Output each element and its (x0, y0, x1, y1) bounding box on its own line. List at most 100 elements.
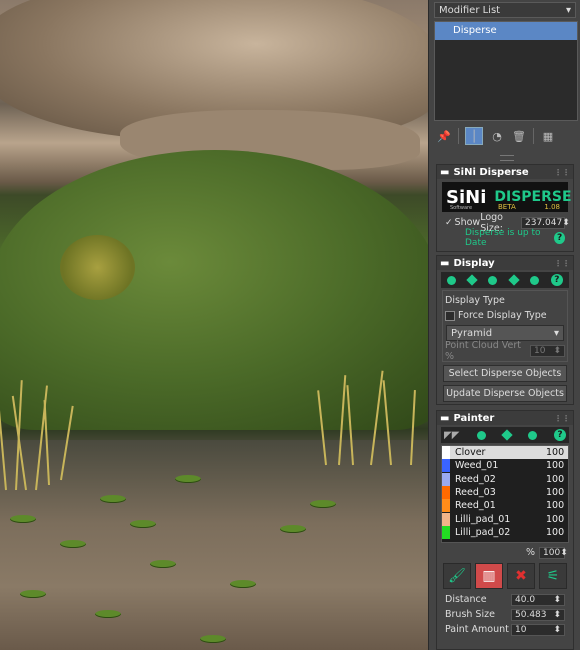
select-disperse-objects-button[interactable]: Select Disperse Objects (443, 365, 567, 382)
paint-amount-spinner[interactable]: 10 ⬍ (511, 623, 565, 636)
shrub (60, 235, 135, 300)
diamond-icon[interactable] (466, 274, 478, 286)
painter-icon-bar: ◤◤ ? (441, 427, 569, 443)
lily-pad (20, 590, 46, 598)
color-swatch (442, 446, 450, 460)
3d-viewport[interactable] (0, 0, 428, 650)
list-item[interactable]: Lilli_pad_02 100 (442, 525, 568, 539)
point-cloud-value: 10 (533, 345, 546, 356)
point-cloud-spinner[interactable]: 10 ⬍ (529, 344, 565, 357)
lily-pad (10, 515, 36, 523)
lily-pad (130, 520, 156, 528)
stack-item-disperse[interactable]: Disperse (435, 22, 577, 40)
rollout-header[interactable]: ▬ Painter ⋮⋮ (437, 411, 573, 425)
display-rollout: ▬ Display ⋮⋮ ? Display Type Force Displa… (436, 255, 574, 405)
dot-icon[interactable] (527, 430, 537, 440)
rollout-title: Painter (453, 412, 495, 424)
force-display-checkbox[interactable] (445, 310, 455, 321)
force-display-label: Force Display Type (458, 310, 547, 321)
distance-spinner[interactable]: 40.0 ⬍ (511, 593, 565, 606)
list-item[interactable]: Reed_01 100 (442, 499, 568, 513)
spinner-arrows-icon: ⬍ (562, 217, 570, 228)
percent-row: % 100 ⬍ (437, 545, 573, 560)
reeds-right (317, 370, 428, 470)
logo-version: 1.08 (544, 203, 560, 211)
list-item[interactable]: Weed_01 100 (442, 459, 568, 473)
rollout-header[interactable]: ▬ Display ⋮⋮ (437, 256, 573, 270)
make-unique-icon[interactable]: ◔ (489, 128, 505, 144)
modifier-list-dropdown[interactable]: Modifier List ▾ (434, 2, 576, 18)
spinner-arrows-icon: ⬍ (553, 594, 561, 605)
help-icon[interactable]: ? (550, 274, 563, 286)
item-name: Clover (455, 447, 486, 459)
item-value: 100 (546, 473, 565, 485)
lily-pad (310, 500, 336, 508)
help-icon[interactable]: ? (553, 429, 566, 441)
help-icon[interactable]: ? (554, 231, 565, 244)
item-value: 100 (546, 447, 565, 459)
show-end-result-icon[interactable]: │ (465, 127, 483, 145)
point-cloud-label: Point Cloud Vert % (445, 339, 521, 362)
list-item[interactable]: Reed_03 100 (442, 486, 568, 500)
modifier-stack[interactable]: Disperse (434, 21, 578, 121)
item-name: Reed_03 (455, 487, 496, 499)
paint-objects-list[interactable]: Clover 100 Weed_01 100 Reed_02 100 Reed_… (441, 445, 569, 543)
list-item[interactable]: Clover 100 (442, 446, 568, 460)
distance-value: 40.0 (515, 594, 536, 605)
item-value: 100 (546, 500, 565, 512)
remove-modifier-icon[interactable]: 🗑 (511, 128, 527, 144)
display-type-label: Display Type (445, 295, 505, 306)
spinner-arrows-icon: ⬍ (553, 609, 561, 620)
distance-row: Distance 40.0 ⬍ (437, 592, 573, 607)
show-checkbox[interactable]: ✓ Show (445, 217, 480, 228)
brush-size-row: Brush Size 50.483 ⬍ (437, 607, 573, 622)
dot-icon[interactable] (476, 430, 486, 440)
item-value: 100 (546, 513, 565, 525)
update-status: Disperse is up to Date (465, 227, 541, 248)
diamond-icon[interactable] (507, 274, 520, 286)
list-item[interactable]: Lilli_pad_01 100 (442, 512, 568, 526)
point-cloud-row: Point Cloud Vert % 10 ⬍ (443, 340, 567, 362)
lily-pad (60, 540, 86, 548)
configure-sets-icon[interactable]: ▦ (540, 128, 556, 144)
modifier-list-label: Modifier List (439, 4, 501, 16)
multi-brush-icon[interactable]: ▥ (475, 563, 503, 589)
spinner-arrows-icon: ⬍ (553, 345, 561, 356)
panel-divider[interactable] (500, 155, 514, 161)
dot-icon[interactable] (447, 275, 457, 285)
item-name: Lilli_pad_01 (455, 513, 511, 525)
paint-brush-icon[interactable]: 🖌 (443, 563, 471, 589)
display-type-group: Display Type Force Display Type Pyramid … (442, 290, 568, 362)
collapse-icon: ▬ (440, 257, 450, 269)
rollout-header[interactable]: ▬ SiNi Disperse ⋮⋮ (437, 165, 573, 179)
dot-icon[interactable] (529, 275, 539, 285)
dot-icon[interactable] (488, 275, 498, 285)
pin-icon[interactable]: 📌 (436, 128, 452, 144)
item-value: 100 (546, 526, 565, 538)
grip-icon: ⋮⋮ (554, 413, 570, 423)
list-item[interactable]: Reed_02 100 (442, 472, 568, 486)
scatter-brush-icon[interactable]: ⚟ (539, 563, 567, 589)
sini-disperse-rollout: ▬ SiNi Disperse ⋮⋮ SiNi Software DISPERS… (436, 164, 574, 252)
lily-pad (150, 560, 176, 568)
lily-pad (200, 635, 226, 643)
spinner-arrows-icon: ⬍ (560, 547, 568, 558)
color-swatch (442, 512, 450, 526)
brush-size-label: Brush Size (445, 609, 495, 620)
color-swatch (442, 459, 450, 473)
lily-pad (95, 610, 121, 618)
sini-logo: SiNi Software DISPERSE BETA 1.08 (442, 182, 572, 212)
rollout-title: Display (453, 257, 495, 269)
percent-spinner[interactable]: 100 ⬍ (539, 546, 568, 559)
erase-icon[interactable]: ✖ (507, 563, 535, 589)
force-display-row[interactable]: Force Display Type (443, 308, 567, 323)
check-icon: ✓ (445, 217, 453, 228)
paint-amount-value: 10 (515, 624, 527, 635)
item-name: Reed_02 (455, 473, 496, 485)
item-name: Lilli_pad_02 (455, 526, 511, 538)
stack-toolbar: 📌 │ ◔ 🗑 ▦ (436, 127, 556, 145)
display-icon-bar: ? (441, 272, 569, 288)
brush-size-spinner[interactable]: 50.483 ⬍ (511, 608, 565, 621)
diamond-icon[interactable] (501, 429, 513, 441)
update-disperse-objects-button[interactable]: Update Disperse Objects (443, 385, 567, 402)
